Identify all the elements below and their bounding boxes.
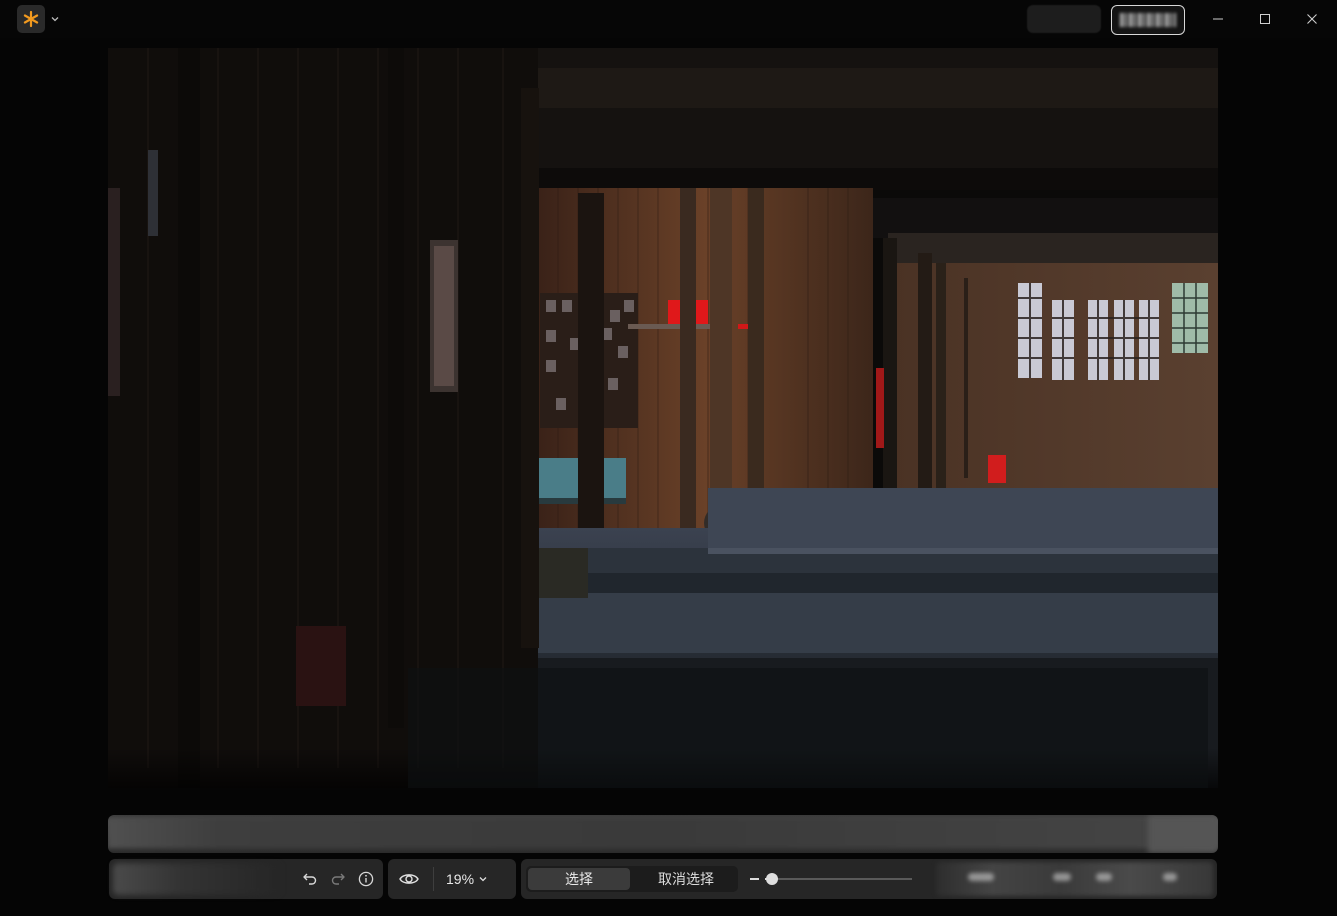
blurred-tool-button[interactable] <box>1053 873 1071 881</box>
slider-track <box>765 878 912 880</box>
zoom-dropdown[interactable]: 19% <box>446 859 506 899</box>
zoom-value: 19% <box>446 871 475 887</box>
strip-sheen <box>108 818 1218 848</box>
blurred-tool-button[interactable] <box>1096 873 1112 881</box>
strip-endcap <box>1148 815 1218 853</box>
redo-icon <box>331 873 345 885</box>
view-zoom-group: 19% <box>388 859 516 899</box>
brush-size-slider[interactable] <box>748 859 918 899</box>
selection-segmented-control: 选择 取消选择 <box>526 866 738 892</box>
chevron-down-icon <box>48 12 62 26</box>
slider-thumb[interactable] <box>766 873 779 885</box>
minus-icon <box>750 878 759 880</box>
toolbar-divider <box>433 867 434 891</box>
image-canvas[interactable] <box>108 48 1218 788</box>
filmstrip-bar[interactable] <box>108 815 1218 853</box>
redo-button[interactable] <box>327 868 349 890</box>
selection-tools-group: 选择 取消选择 <box>521 859 1217 899</box>
edit-history-group <box>109 859 383 899</box>
dark-courtyard-photo <box>108 48 1218 788</box>
info-button[interactable] <box>355 868 377 890</box>
blurred-label <box>1120 13 1176 27</box>
app-menu-button[interactable] <box>17 5 65 33</box>
undo-icon <box>303 873 317 885</box>
blurred-tool-button[interactable] <box>968 873 994 881</box>
title-bar <box>0 0 1337 38</box>
blurred-tool-button[interactable] <box>1163 873 1177 881</box>
info-icon <box>358 871 374 887</box>
close-button[interactable] <box>1289 0 1335 38</box>
blurred-title-button[interactable] <box>1027 5 1101 33</box>
deselect-button[interactable]: 取消选择 <box>634 868 738 890</box>
eye-icon <box>399 874 419 884</box>
minimize-icon <box>1213 18 1223 20</box>
minimize-button[interactable] <box>1195 0 1241 38</box>
maximize-button[interactable] <box>1242 0 1288 38</box>
close-icon <box>1307 14 1317 24</box>
maximize-icon <box>1260 14 1270 24</box>
blurred-title-button-outlined[interactable] <box>1111 5 1185 35</box>
select-button[interactable]: 选择 <box>528 868 630 890</box>
chevron-down-icon <box>479 877 487 882</box>
undo-button[interactable] <box>299 868 321 890</box>
asterisk-icon <box>17 5 45 33</box>
blurred-toolbar-area <box>113 863 283 895</box>
toggle-visibility-button[interactable] <box>398 868 420 895</box>
